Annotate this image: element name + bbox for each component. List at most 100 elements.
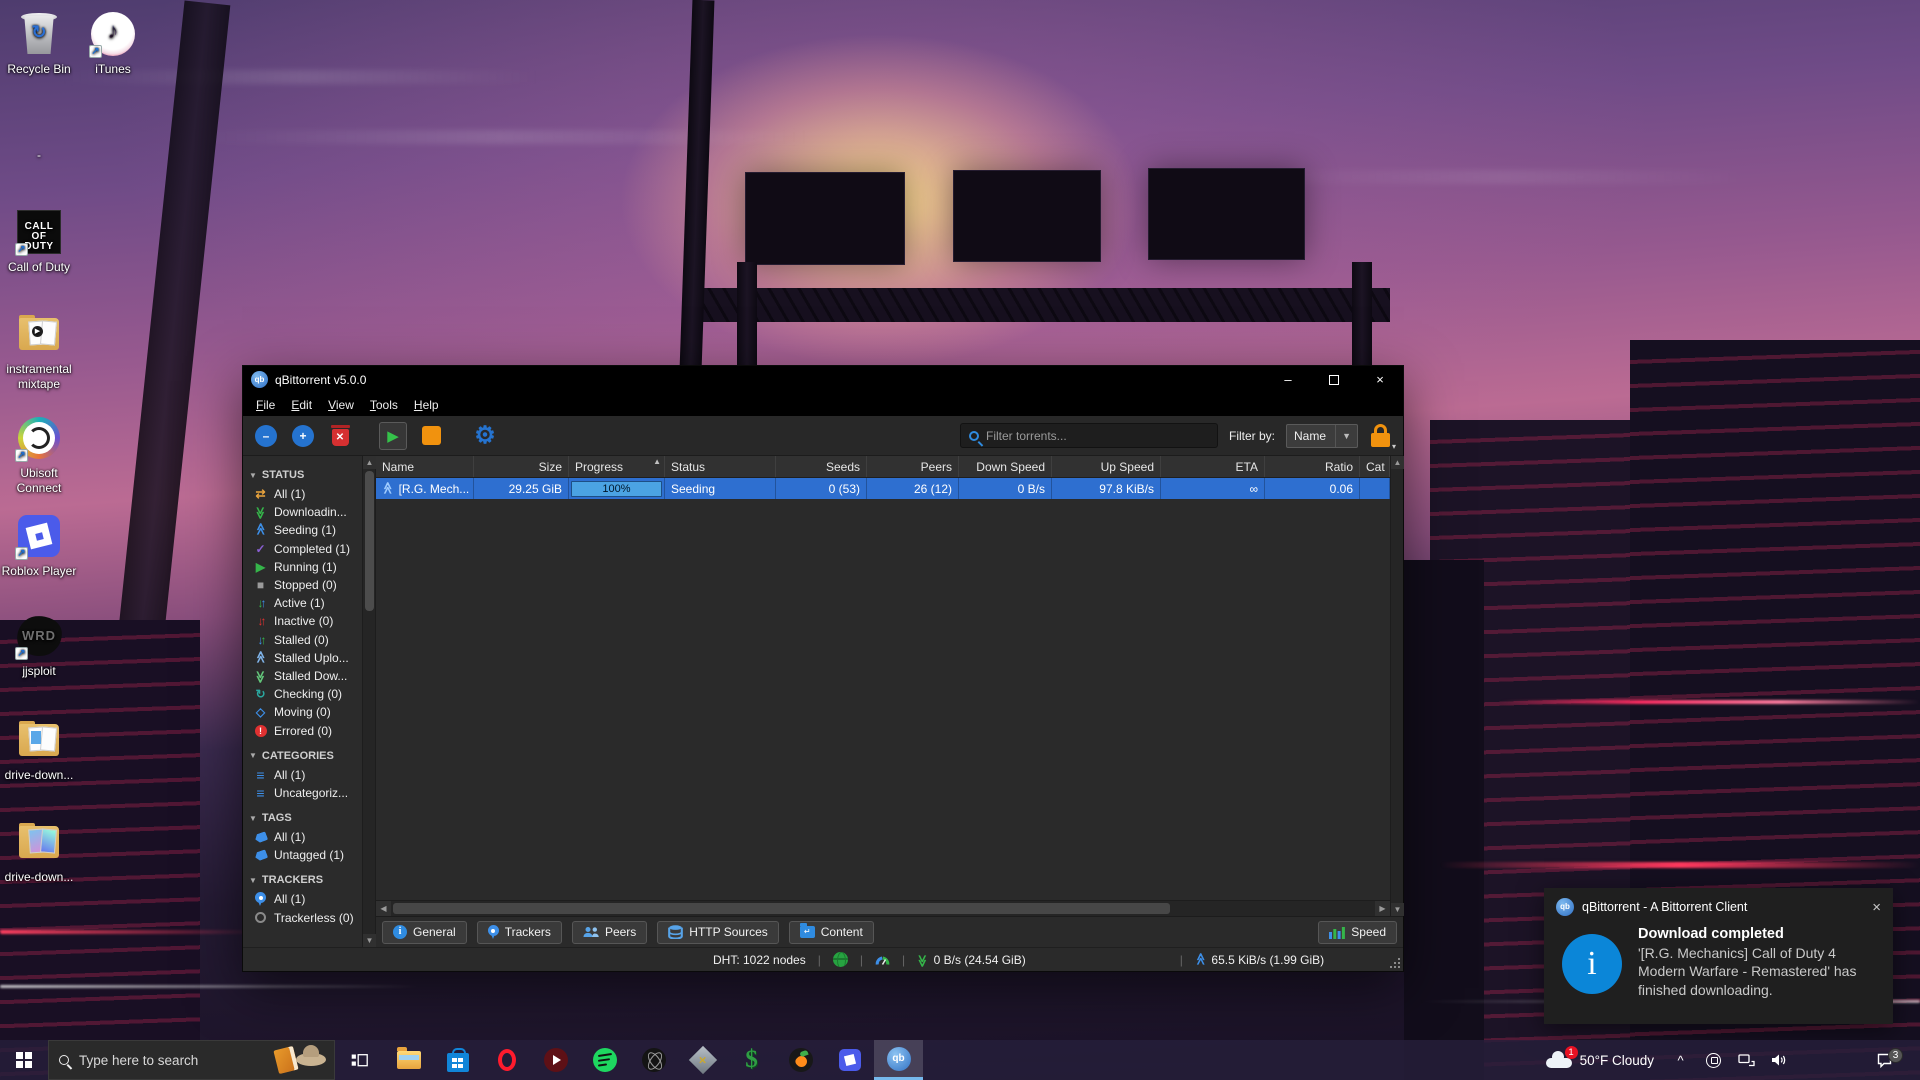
- sidebar-item-checking[interactable]: ↻Checking (0): [243, 685, 362, 703]
- sidebar-item-active[interactable]: ↓↑Active (1): [243, 594, 362, 612]
- sidebar-item-moving[interactable]: ◇Moving (0): [243, 703, 362, 721]
- column-header-name[interactable]: Name: [376, 456, 474, 477]
- stop-button[interactable]: [418, 423, 444, 449]
- sidebar-item-all[interactable]: ⇄All (1): [243, 485, 362, 503]
- delete-torrent-button[interactable]: ✕: [327, 423, 353, 449]
- torrent-row-selected[interactable]: ≫[R.G. Mech... 29.25 GiB 100% Seeding 0 …: [376, 478, 1390, 499]
- scroll-left-arrow-icon[interactable]: ◀: [376, 901, 391, 916]
- desktop-icon-unnamed[interactable]: -: [0, 148, 78, 163]
- taskbar-fl-studio[interactable]: [776, 1040, 825, 1080]
- torrent-filter-input[interactable]: [986, 429, 1209, 443]
- menu-edit[interactable]: Edit: [284, 396, 319, 414]
- taskbar-opera[interactable]: [482, 1040, 531, 1080]
- resume-button[interactable]: ▶: [379, 422, 407, 450]
- tags-section-header[interactable]: ▼TAGS: [243, 808, 362, 828]
- taskbar-file-explorer[interactable]: [384, 1040, 433, 1080]
- filter-by-dropdown[interactable]: Name ▼: [1286, 424, 1358, 448]
- network-button[interactable]: [1732, 1040, 1761, 1080]
- column-header-category[interactable]: Cat: [1360, 456, 1390, 477]
- scrollbar-thumb[interactable]: [393, 903, 1170, 914]
- sidebar-item-untagged[interactable]: Untagged (1): [243, 846, 362, 864]
- taskbar-xenos-injector[interactable]: ×: [678, 1040, 727, 1080]
- menu-view[interactable]: View: [321, 396, 361, 414]
- torrent-filter-box[interactable]: [960, 423, 1218, 448]
- scrollbar-thumb[interactable]: [365, 471, 374, 611]
- connection-globe-icon[interactable]: [833, 952, 848, 967]
- scroll-right-arrow-icon[interactable]: ▶: [1375, 901, 1390, 916]
- trackers-section-header[interactable]: ▼TRACKERS: [243, 870, 362, 890]
- resize-grip[interactable]: [1388, 956, 1401, 969]
- taskbar-weather[interactable]: 1 50°F Cloudy: [1534, 1040, 1666, 1080]
- taskbar-roblox[interactable]: [825, 1040, 874, 1080]
- menu-tools[interactable]: Tools: [363, 396, 405, 414]
- scroll-up-arrow-icon[interactable]: ▲: [1391, 456, 1404, 469]
- close-icon[interactable]: ×: [1872, 899, 1881, 916]
- taskbar-search-box[interactable]: [48, 1040, 335, 1080]
- sidebar-item-tags-all[interactable]: All (1): [243, 828, 362, 846]
- column-header-peers[interactable]: Peers: [867, 456, 959, 477]
- taskbar-atom-app[interactable]: [629, 1040, 678, 1080]
- desktop-icon-instramental-mixtape[interactable]: ▶ instramental mixtape: [0, 310, 78, 392]
- sidebar-item-trackers-all[interactable]: All (1): [243, 890, 362, 908]
- add-torrent-link-button[interactable]: –: [253, 423, 279, 449]
- desktop-icon-recycle-bin[interactable]: ↻ Recycle Bin: [0, 10, 78, 77]
- sidebar-item-stopped[interactable]: ■Stopped (0): [243, 576, 362, 594]
- sidebar-scrollbar[interactable]: ▲ ▼: [362, 456, 375, 947]
- taskbar-microsoft-store[interactable]: [433, 1040, 482, 1080]
- column-header-ratio[interactable]: Ratio: [1265, 456, 1360, 477]
- speed-button[interactable]: Speed: [1318, 921, 1397, 944]
- scroll-down-arrow-icon[interactable]: ▼: [363, 934, 376, 947]
- taskbar-youtube-music[interactable]: [531, 1040, 580, 1080]
- desktop-icon-jjsploit[interactable]: WRD↗ jjsploit: [0, 612, 78, 679]
- column-header-size[interactable]: Size: [474, 456, 569, 477]
- sidebar-item-categories-all[interactable]: ≡All (1): [243, 766, 362, 784]
- column-header-eta[interactable]: ETA: [1161, 456, 1265, 477]
- tab-http-sources[interactable]: HTTP Sources: [657, 921, 778, 944]
- notification-toast[interactable]: qb qBittorrent - A Bittorrent Client × i…: [1544, 888, 1893, 1024]
- tab-general[interactable]: iGeneral: [382, 921, 467, 944]
- column-header-status[interactable]: Status: [665, 456, 776, 477]
- menu-help[interactable]: Help: [407, 396, 446, 414]
- sidebar-item-stalled-uploading[interactable]: ≫Stalled Uplo...: [243, 649, 362, 667]
- desktop-icon-itunes[interactable]: ♪↗ iTunes: [74, 10, 152, 77]
- desktop-icon-drive-download-2[interactable]: drive-down...: [0, 818, 78, 885]
- sidebar-item-trackerless[interactable]: Trackerless (0): [243, 909, 362, 927]
- taskbar-task-view[interactable]: [335, 1040, 384, 1080]
- column-header-progress[interactable]: Progress▲: [569, 456, 665, 477]
- column-header-up-speed[interactable]: Up Speed: [1052, 456, 1161, 477]
- sidebar-item-uncategorized[interactable]: ≡Uncategoriz...: [243, 784, 362, 802]
- scroll-up-arrow-icon[interactable]: ▲: [363, 456, 376, 469]
- minimize-button[interactable]: –: [1265, 366, 1311, 393]
- sidebar-item-errored[interactable]: !Errored (0): [243, 721, 362, 739]
- desktop-icon-call-of-duty[interactable]: CALLOF DUTY↗ Call of Duty: [0, 208, 78, 275]
- sidebar-item-running[interactable]: ▶Running (1): [243, 558, 362, 576]
- tab-trackers[interactable]: Trackers: [477, 921, 562, 944]
- sidebar-item-stalled[interactable]: ↓↑Stalled (0): [243, 631, 362, 649]
- status-section-header[interactable]: ▼STATUS: [243, 465, 362, 485]
- sidebar-item-seeding[interactable]: ≫Seeding (1): [243, 521, 362, 539]
- add-torrent-file-button[interactable]: +: [290, 423, 316, 449]
- column-header-down-speed[interactable]: Down Speed: [959, 456, 1052, 477]
- search-highlight-art[interactable]: [270, 1045, 330, 1077]
- speedometer-icon[interactable]: [875, 953, 890, 966]
- menu-file[interactable]: File: [249, 396, 282, 414]
- title-bar[interactable]: qb qBittorrent v5.0.0 – ×: [243, 366, 1403, 393]
- tab-content[interactable]: Content: [789, 921, 874, 944]
- desktop-icon-ubisoft-connect[interactable]: ↗ Ubisoft Connect: [0, 414, 78, 496]
- horizontal-scrollbar[interactable]: ◀ ▶: [376, 900, 1390, 916]
- taskbar-money-app[interactable]: $: [727, 1040, 776, 1080]
- desktop-icon-drive-download-1[interactable]: drive-down...: [0, 716, 78, 783]
- sidebar-item-completed[interactable]: ✓Completed (1): [243, 540, 362, 558]
- volume-button[interactable]: [1765, 1040, 1794, 1080]
- sidebar-item-inactive[interactable]: ↓↑Inactive (0): [243, 612, 362, 630]
- show-hidden-icons-button[interactable]: ^: [1666, 1040, 1695, 1080]
- options-button[interactable]: ⚙: [472, 423, 498, 449]
- action-center-button[interactable]: 3: [1860, 1053, 1908, 1068]
- scroll-down-arrow-icon[interactable]: ▼: [1391, 903, 1404, 916]
- taskbar-search-input[interactable]: [79, 1053, 239, 1068]
- categories-section-header[interactable]: ▼CATEGORIES: [243, 746, 362, 766]
- sidebar-item-downloading[interactable]: ≫Downloadin...: [243, 503, 362, 521]
- vertical-scrollbar[interactable]: ▲ ▼: [1390, 456, 1403, 916]
- taskbar-spotify[interactable]: [580, 1040, 629, 1080]
- sidebar-item-stalled-downloading[interactable]: ≫Stalled Dow...: [243, 667, 362, 685]
